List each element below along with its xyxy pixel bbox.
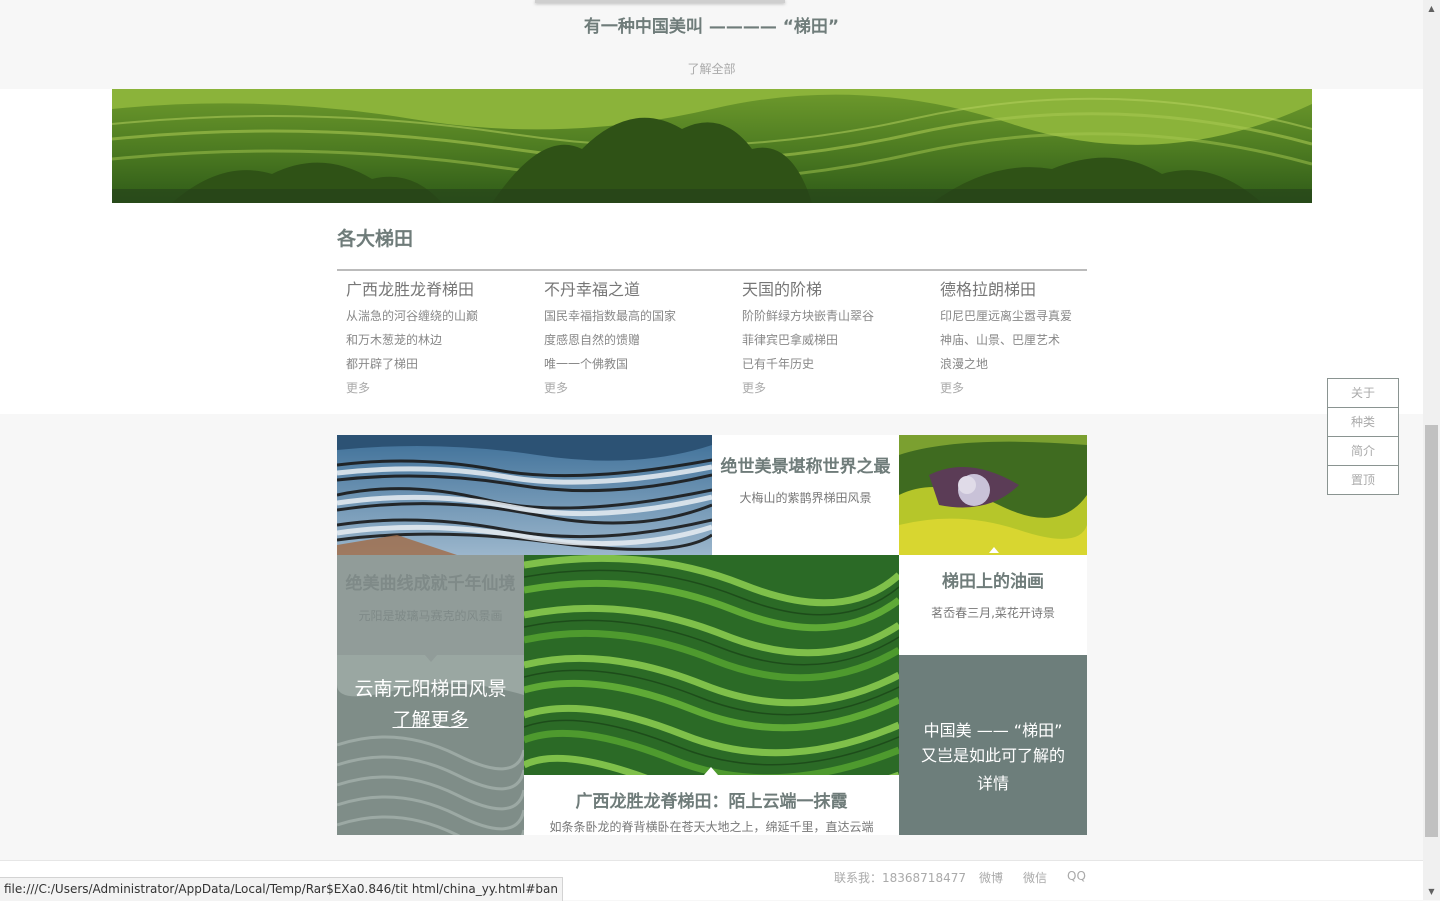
card-line: 国民幸福指数最高的国家 [544,309,677,323]
card-line: 印尼巴厘远离尘嚣寻真爱 [940,309,1073,323]
card-title: 广西龙胜龙脊梯田：陌上云端一抹霞 [575,792,848,812]
scroll-up-icon[interactable]: ▲ [1423,0,1440,17]
green-terrace-image[interactable] [524,555,899,775]
contact-phone: 联系我：18368718477 [834,871,966,885]
water-terrace-image[interactable] [337,435,712,555]
card-line: 都开辟了梯田 [346,357,419,371]
terrace-card-bali: 德格拉朗梯田 印尼巴厘远离尘嚣寻真爱 神庙、山景、巴厘艺术 浪漫之地 更多 [940,280,1130,400]
card-line: 已有千年历史 [742,357,815,371]
browser-status-bar: file:///C:/Users/Administrator/AppData/L… [0,877,563,901]
card-title[interactable]: 广西龙胜龙脊梯田 [346,280,536,300]
card-title[interactable]: 天国的阶梯 [742,280,932,300]
card-line: 唯一一个佛教国 [544,357,629,371]
card-line: 中国美 —— “梯田” [923,721,1063,740]
card-line: 阶阶鲜绿方块嵌青山翠谷 [742,309,875,323]
card-line: 从湍急的河谷缠绕的山巅 [346,309,479,323]
terrace-card-longsheng: 广西龙胜龙脊梯田 从湍急的河谷缠绕的山巅 和万木葱茏的林边 都开辟了梯田 更多 [346,280,536,400]
card-subtitle: 元阳是玻璃马赛克的风景画 [358,609,503,623]
side-nav-intro[interactable]: 简介 [1327,436,1399,466]
side-navigation: 关于 种类 简介 置顶 [1327,378,1399,495]
more-link[interactable]: 更多 [544,376,734,400]
card-line: 菲律宾巴拿威梯田 [742,333,839,347]
card-line: 神庙、山景、巴厘艺术 [940,333,1061,347]
card-line: 度感恩自然的馈赠 [544,333,641,347]
card-title[interactable]: 德格拉朗梯田 [940,280,1130,300]
learn-more-link[interactable]: 了解更多 [337,703,524,737]
learn-all-link[interactable]: 了解全部 [0,60,1423,77]
more-link[interactable]: 更多 [940,376,1130,400]
terrace-card-bhutan: 不丹幸福之道 国民幸福指数最高的国家 度感恩自然的馈赠 唯一一个佛教国 更多 [544,280,734,400]
card-line: 又岂是如此可了解的 [920,746,1065,765]
card-title: 绝美曲线成就千年仙境 [345,574,516,594]
weixin-link[interactable]: 微信 [1023,869,1047,886]
weibo-link[interactable]: 微博 [979,869,1003,886]
card-subtitle: 大梅山的紫鹊界梯田风景 [739,491,872,505]
china-beauty-card[interactable]: 中国美 —— “梯田” 又岂是如此可了解的 详情 [899,655,1087,835]
details-link[interactable]: 详情 [899,770,1087,794]
card-title: 梯田上的油画 [942,572,1044,592]
card-title[interactable]: 不丹幸福之道 [544,280,734,300]
side-nav-about[interactable]: 关于 [1327,378,1399,408]
rapeseed-terrace-image[interactable] [899,435,1087,555]
section-title: 各大梯田 [337,228,414,250]
yuanyang-overlay: 云南元阳梯田风景 了解更多 [337,675,524,737]
card-title: 云南元阳梯田风景 [354,678,507,700]
oil-painting-card[interactable]: 梯田上的油画 茗岙春三月,菜花开诗景 [899,555,1087,655]
terrace-banner-image [112,89,1312,203]
immortal-scenery-card[interactable]: 绝美曲线成就千年仙境 元阳是玻璃马赛克的风景画 [337,555,524,655]
scrollbar-thumb[interactable] [1425,425,1438,837]
side-nav-top[interactable]: 置顶 [1327,465,1399,495]
qq-link[interactable]: QQ [1067,869,1086,883]
more-link[interactable]: 更多 [346,376,536,400]
yuanyang-card[interactable]: 云南元阳梯田风景 了解更多 [337,655,524,835]
more-link[interactable]: 更多 [742,376,932,400]
top-divider [535,0,785,3]
headline: 有一种中国美叫 ———— “梯田” [583,17,840,37]
longsheng-caption-card[interactable]: 广西龙胜龙脊梯田：陌上云端一抹霞 如条条卧龙的脊背横卧在苍天大地之上，绵延千里，… [524,775,899,835]
card-subtitle: 如条条卧龙的脊背横卧在苍天大地之上，绵延千里，直达云端 [549,820,874,834]
card-line: 浪漫之地 [940,357,989,371]
side-nav-types[interactable]: 种类 [1327,407,1399,437]
section-divider [337,269,1087,271]
scroll-down-icon[interactable]: ▼ [1423,883,1440,900]
terrace-card-philippines: 天国的阶梯 阶阶鲜绿方块嵌青山翠谷 菲律宾巴拿威梯田 已有千年历史 更多 [742,280,932,400]
card-line: 和万木葱茏的林边 [346,333,443,347]
best-scenery-card[interactable]: 绝世美景堪称世界之最 大梅山的紫鹊界梯田风景 [712,435,899,555]
card-title: 绝世美景堪称世界之最 [720,457,891,477]
card-subtitle: 茗岙春三月,菜花开诗景 [931,606,1055,620]
